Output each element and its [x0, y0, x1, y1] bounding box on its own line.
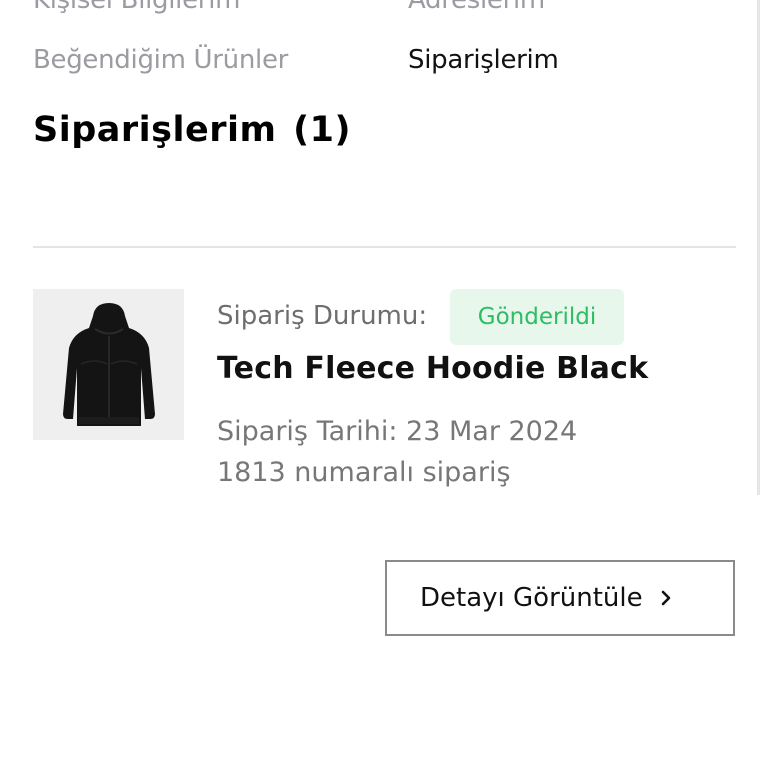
view-details-label: Detayı Görüntüle — [420, 583, 643, 613]
view-details-button[interactable]: Detayı Görüntüle — [385, 560, 735, 636]
product-name[interactable]: Tech Fleece Hoodie Black — [217, 354, 648, 384]
divider — [33, 246, 736, 248]
order-date: Sipariş Tarihi: 23 Mar 2024 — [217, 416, 578, 447]
product-thumbnail[interactable] — [33, 289, 184, 440]
menu-orders[interactable]: Siparişlerim — [408, 47, 559, 73]
menu-liked-products[interactable]: Beğendiğim Ürünler — [33, 47, 288, 73]
hoodie-image — [62, 302, 155, 426]
menu-personal-info[interactable]: Kişisel Bilgilerim — [33, 0, 240, 13]
order-status-label: Sipariş Durumu: — [217, 301, 428, 331]
page-title-text: Siparişlerim — [33, 110, 277, 150]
order-number: 1813 numaralı sipariş — [217, 457, 511, 488]
page-title: Siparişlerim (1) — [33, 113, 351, 148]
status-badge: Gönderildi — [450, 289, 624, 345]
order-count: (1) — [293, 110, 351, 150]
menu-addresses[interactable]: Adreslerim — [408, 0, 545, 13]
chevron-right-icon — [659, 588, 673, 608]
orders-page: Kişisel Bilgilerim Adreslerim Beğendiğim… — [0, 0, 768, 768]
scroll-edge — [757, 0, 760, 495]
